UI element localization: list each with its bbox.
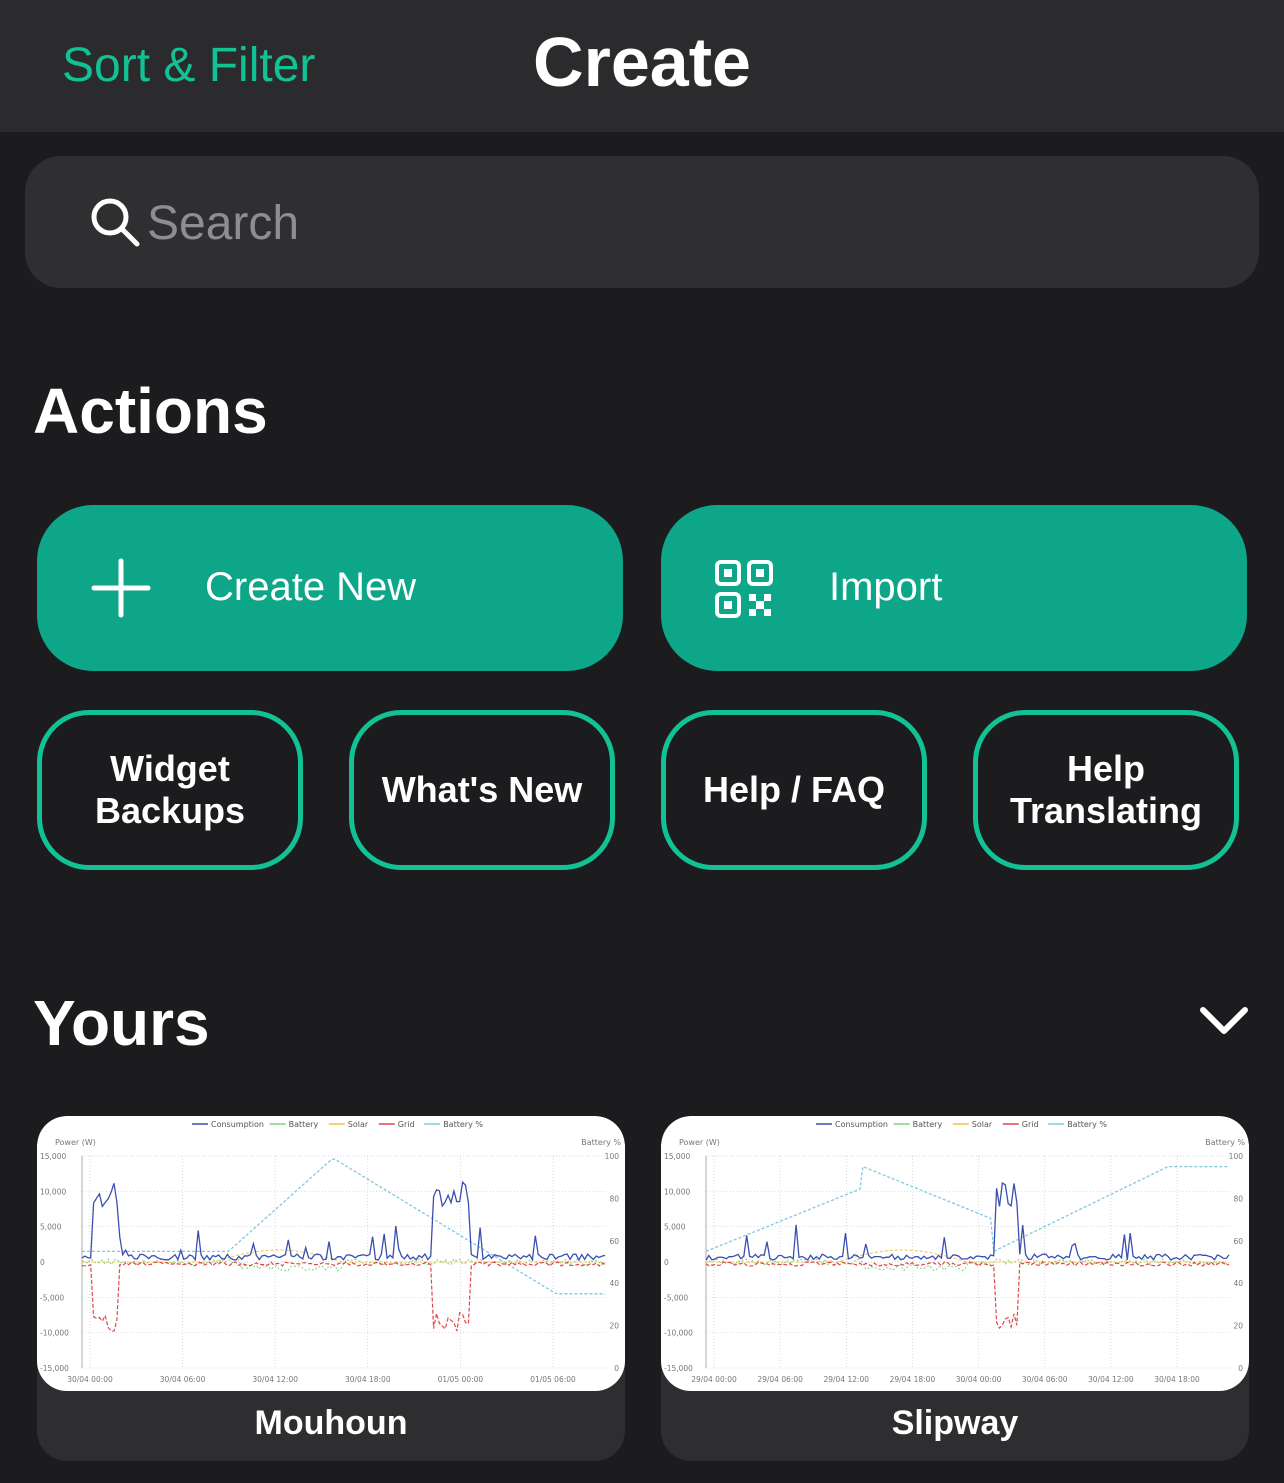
y2-tick-label: 80 <box>609 1194 619 1203</box>
legend-label: Battery % <box>443 1120 483 1129</box>
x-tick-label: 29/04 06:00 <box>757 1375 803 1384</box>
x-tick-label: 30/04 00:00 <box>67 1375 113 1384</box>
y-tick-label: -15,000 <box>664 1364 693 1373</box>
y-tick-label: 10,000 <box>40 1187 66 1196</box>
y2-tick-label: 80 <box>1233 1194 1243 1203</box>
widget-name: Mouhoun <box>254 1404 408 1442</box>
x-tick-label: 29/04 00:00 <box>691 1375 737 1384</box>
series-battery-pct <box>705 1165 1229 1253</box>
y2-axis-label: Battery % <box>1205 1138 1245 1147</box>
yours-heading: Yours <box>33 987 210 1059</box>
x-tick-label: 30/04 06:00 <box>1022 1375 1068 1384</box>
widget-backups-button[interactable]: Widget Backups <box>37 710 303 870</box>
y-tick-label: -5,000 <box>664 1293 688 1302</box>
series-consumption <box>705 1181 1230 1261</box>
y2-tick-label: 20 <box>609 1322 619 1331</box>
y-tick-label: -15,000 <box>40 1364 69 1373</box>
series-grid <box>81 1261 606 1332</box>
y-tick-label: 0 <box>40 1258 45 1267</box>
legend-label: Battery % <box>1067 1120 1107 1129</box>
power-chart: Consumption Battery Solar Grid Battery % Powe… <box>40 1120 621 1384</box>
widget-card-slipway[interactable]: Consumption Battery Solar Grid Battery % Powe… <box>661 1116 1249 1461</box>
y-tick-label: 15,000 <box>40 1152 66 1161</box>
x-tick-label: 29/04 18:00 <box>890 1375 936 1384</box>
navigation-bar: Sort & Filter Create <box>0 0 1284 132</box>
import-label: Import <box>829 565 943 609</box>
y-axis-label: Power (W) <box>679 1138 720 1147</box>
plus-icon <box>91 558 151 618</box>
y2-tick-label: 100 <box>605 1152 620 1161</box>
y2-tick-label: 60 <box>1233 1237 1243 1246</box>
x-tick-label: 30/04 18:00 <box>1154 1375 1200 1384</box>
y-tick-label: 15,000 <box>664 1152 690 1161</box>
x-tick-label: 30/04 00:00 <box>956 1375 1002 1384</box>
y-tick-label: 10,000 <box>664 1187 690 1196</box>
legend-label: Grid <box>398 1120 415 1129</box>
search-icon <box>91 198 140 247</box>
import-button[interactable]: Import <box>661 505 1247 671</box>
page-title: Create <box>533 23 751 101</box>
widget-card-mouhoun[interactable]: Consumption Battery Solar Grid Battery % Powe… <box>37 1116 625 1461</box>
legend-label: Battery <box>913 1120 943 1129</box>
x-tick-label: 30/04 12:00 <box>252 1375 298 1384</box>
series-grid <box>705 1261 1230 1330</box>
legend-label: Battery <box>289 1120 319 1129</box>
power-chart: Consumption Battery Solar Grid Battery % Powe… <box>664 1120 1245 1384</box>
help-translating-button[interactable]: Help Translating <box>973 710 1239 870</box>
y-tick-label: -10,000 <box>40 1329 69 1338</box>
y-axis-label: Power (W) <box>55 1138 96 1147</box>
qr-code-icon <box>715 560 773 618</box>
widget-preview-chart: Consumption Battery Solar Grid Battery % Powe… <box>661 1116 1249 1391</box>
legend-label: Solar <box>972 1120 993 1129</box>
whats-new-button[interactable]: What's New <box>349 710 615 870</box>
y2-axis-label: Battery % <box>581 1138 621 1147</box>
help-faq-button[interactable]: Help / FAQ <box>661 710 927 870</box>
create-new-label: Create New <box>205 565 417 609</box>
y2-tick-label: 20 <box>1233 1322 1243 1331</box>
series-consumption <box>81 1180 606 1262</box>
x-tick-label: 30/04 12:00 <box>1088 1375 1134 1384</box>
create-new-button[interactable]: Create New <box>37 505 623 671</box>
y-tick-label: 5,000 <box>40 1223 62 1232</box>
legend-label: Grid <box>1022 1120 1039 1129</box>
search-input[interactable] <box>145 186 1199 260</box>
y2-tick-label: 60 <box>609 1237 619 1246</box>
y2-tick-label: 40 <box>609 1279 619 1288</box>
search-bar[interactable] <box>25 156 1259 288</box>
legend-label: Consumption <box>835 1120 888 1129</box>
legend-label: Solar <box>348 1120 369 1129</box>
y-tick-label: 0 <box>664 1258 669 1267</box>
y2-tick-label: 0 <box>1238 1364 1243 1373</box>
y2-tick-label: 0 <box>614 1364 619 1373</box>
x-tick-label: 01/05 06:00 <box>530 1375 576 1384</box>
x-tick-label: 29/04 12:00 <box>823 1375 869 1384</box>
legend-label: Consumption <box>211 1120 264 1129</box>
x-tick-label: 01/05 00:00 <box>438 1375 484 1384</box>
y-tick-label: 5,000 <box>664 1223 686 1232</box>
x-tick-label: 30/04 18:00 <box>345 1375 391 1384</box>
chevron-down-icon[interactable] <box>1198 1002 1250 1038</box>
widget-name: Slipway <box>891 1404 1019 1442</box>
x-tick-label: 30/04 06:00 <box>160 1375 206 1384</box>
widget-preview-chart: Consumption Battery Solar Grid Battery % Powe… <box>37 1116 625 1391</box>
actions-heading: Actions <box>33 375 268 447</box>
y2-tick-label: 100 <box>1229 1152 1244 1161</box>
y-tick-label: -5,000 <box>40 1293 64 1302</box>
y-tick-label: -10,000 <box>664 1329 693 1338</box>
y2-tick-label: 40 <box>1233 1279 1243 1288</box>
